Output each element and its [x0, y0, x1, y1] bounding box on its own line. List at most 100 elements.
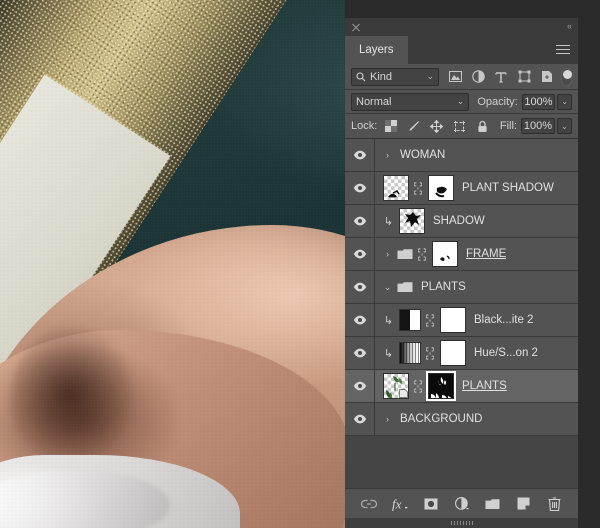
- layer-row-body: ⌄ PLANTS: [375, 271, 466, 303]
- filter-kind-select[interactable]: Kind ⌄: [351, 67, 439, 86]
- layer-visibility-toggle[interactable]: [345, 139, 375, 171]
- layer-visibility-toggle[interactable]: [345, 370, 375, 402]
- filter-pixel-layers-icon[interactable]: [448, 70, 462, 84]
- layer-name[interactable]: PLANTS: [462, 380, 507, 392]
- group-folder-icon: [397, 281, 413, 293]
- mask-link-icon[interactable]: [426, 313, 435, 327]
- chevron-right-icon[interactable]: ›: [383, 414, 392, 424]
- layer-mask-thumbnail[interactable]: [440, 340, 466, 366]
- chevron-right-icon[interactable]: ›: [383, 249, 392, 259]
- mask-link-icon[interactable]: [414, 181, 423, 195]
- layer-name[interactable]: PLANT SHADOW: [462, 182, 554, 194]
- layer-name[interactable]: Hue/S...on 2: [474, 347, 538, 359]
- eye-icon: [353, 183, 367, 193]
- lock-all-icon[interactable]: [476, 120, 489, 133]
- fill-input[interactable]: 100%: [521, 118, 555, 134]
- delete-layer-icon[interactable]: [547, 496, 563, 512]
- tab-layers-label: Layers: [359, 44, 394, 56]
- opacity-stepper[interactable]: ⌄: [557, 93, 572, 110]
- layer-row-body: PLANTS: [375, 370, 507, 402]
- layer-style-fx-icon[interactable]: fx: [392, 496, 408, 512]
- layers-panel: « Layers Kind ⌄ Normal ⌄ Opacity: 100% ⌄…: [345, 18, 578, 528]
- layer-name[interactable]: SHADOW: [433, 215, 485, 227]
- layer-row[interactable]: › FRAME: [345, 238, 578, 271]
- layer-visibility-toggle[interactable]: [345, 304, 375, 336]
- workspace-gutter-right: [578, 0, 600, 528]
- fill-label: Fill:: [499, 120, 517, 132]
- layer-name[interactable]: Black...ite 2: [474, 314, 533, 326]
- layer-row[interactable]: PLANT SHADOW: [345, 172, 578, 205]
- lock-label: Lock:: [351, 120, 378, 132]
- layer-visibility-toggle[interactable]: [345, 337, 375, 369]
- layer-mask-thumbnail[interactable]: [428, 175, 454, 201]
- layer-row[interactable]: › WOMAN: [345, 139, 578, 172]
- layer-row[interactable]: › BACKGROUND: [345, 403, 578, 436]
- new-layer-icon[interactable]: [516, 496, 532, 512]
- layer-mask-thumbnail[interactable]: [440, 307, 466, 333]
- layer-row[interactable]: ↳ Hue/S...on 2: [345, 337, 578, 370]
- close-icon[interactable]: [351, 22, 361, 32]
- filter-type-layers-icon[interactable]: [494, 70, 508, 84]
- svg-text:fx: fx: [392, 497, 402, 511]
- lock-transparent-pixels-icon[interactable]: [384, 120, 397, 133]
- mask-link-icon[interactable]: [418, 247, 427, 261]
- eye-icon: [353, 282, 367, 292]
- layer-row-body: PLANT SHADOW: [375, 172, 554, 204]
- chevron-down-icon: ⌄: [426, 71, 434, 81]
- chevron-down-icon: ⌄: [456, 96, 465, 106]
- add-layer-mask-icon[interactable]: [423, 496, 439, 512]
- filter-shape-layers-icon[interactable]: [517, 70, 531, 84]
- mask-link-icon[interactable]: [426, 346, 435, 360]
- layer-row[interactable]: ↳ SHADOW: [345, 205, 578, 238]
- layer-name[interactable]: PLANTS: [421, 281, 466, 293]
- collapse-panel-icon[interactable]: «: [567, 22, 572, 31]
- layer-thumbnail[interactable]: [383, 373, 409, 399]
- layer-row[interactable]: ↳ Black...ite 2: [345, 304, 578, 337]
- workspace-gutter-top: [345, 0, 600, 18]
- layer-thumbnail[interactable]: [399, 309, 421, 331]
- lock-artboard-nesting-icon[interactable]: [453, 120, 466, 133]
- layer-row-body: ↳ SHADOW: [375, 205, 485, 237]
- layer-thumbnail[interactable]: [399, 208, 425, 234]
- layer-row-body: ↳ Black...ite 2: [375, 304, 533, 336]
- blend-mode-select[interactable]: Normal ⌄: [351, 92, 470, 111]
- layer-row-body: › WOMAN: [375, 139, 445, 171]
- opacity-input[interactable]: 100%: [521, 93, 556, 110]
- new-adjustment-layer-icon[interactable]: [454, 496, 470, 512]
- layer-visibility-toggle[interactable]: [345, 238, 375, 270]
- layer-row[interactable]: ⌄ PLANTS: [345, 271, 578, 304]
- lock-image-pixels-icon[interactable]: [407, 120, 420, 133]
- layer-visibility-toggle[interactable]: [345, 205, 375, 237]
- filter-adjustment-layers-icon[interactable]: [471, 70, 485, 84]
- eye-icon: [353, 249, 367, 259]
- search-icon: [356, 71, 366, 82]
- layer-visibility-toggle[interactable]: [345, 172, 375, 204]
- chevron-right-icon[interactable]: ›: [383, 150, 392, 160]
- layer-name[interactable]: FRAME: [466, 248, 506, 260]
- lock-row: Lock: Fill: 100% ⌄: [345, 114, 578, 139]
- tab-layers[interactable]: Layers: [345, 36, 408, 64]
- fill-stepper[interactable]: ⌄: [557, 118, 572, 134]
- eye-icon: [353, 315, 367, 325]
- filter-smart-object-layers-icon[interactable]: [540, 70, 554, 84]
- panel-resize-grip[interactable]: [345, 518, 578, 528]
- panel-menu-icon[interactable]: [556, 45, 570, 57]
- layer-visibility-toggle[interactable]: [345, 271, 375, 303]
- panel-titlebar: «: [345, 18, 578, 36]
- layer-mask-thumbnail[interactable]: [432, 241, 458, 267]
- link-layers-icon[interactable]: [360, 496, 377, 512]
- layer-name[interactable]: WOMAN: [400, 149, 445, 161]
- lock-position-icon[interactable]: [430, 119, 444, 133]
- chevron-down-icon[interactable]: ⌄: [383, 282, 392, 293]
- layer-row[interactable]: PLANTS: [345, 370, 578, 403]
- clipping-mask-icon: ↳: [383, 215, 394, 228]
- layer-name[interactable]: BACKGROUND: [400, 413, 482, 425]
- layer-thumbnail[interactable]: [383, 175, 409, 201]
- layer-filter-row: Kind ⌄: [345, 64, 578, 90]
- filter-enable-toggle[interactable]: [561, 67, 572, 86]
- layer-visibility-toggle[interactable]: [345, 403, 375, 435]
- mask-link-icon[interactable]: [414, 379, 423, 393]
- new-group-icon[interactable]: [485, 496, 501, 512]
- layer-mask-thumbnail[interactable]: [428, 373, 454, 399]
- layer-thumbnail[interactable]: [399, 342, 421, 364]
